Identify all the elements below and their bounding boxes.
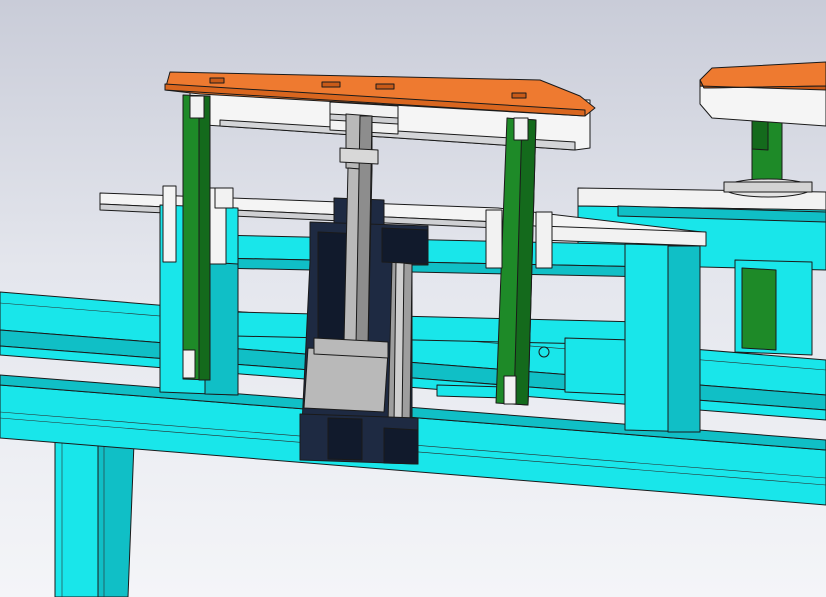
piston-rod-collar[interactable] (339, 147, 379, 165)
mounting-hole (538, 346, 550, 358)
bushing-left[interactable] (214, 187, 234, 209)
left-support-cap-l[interactable] (162, 185, 177, 263)
cad-model-scene[interactable] (0, 0, 826, 597)
station-washer-rim[interactable] (723, 181, 813, 193)
right-bracket-face[interactable] (667, 245, 701, 433)
station-green-rod[interactable] (741, 267, 777, 351)
right-guide-rod-cap[interactable] (513, 117, 529, 141)
cylinder-base-block[interactable] (383, 427, 419, 465)
mid-rail-block[interactable] (564, 337, 633, 396)
station-shaft-shade[interactable] (751, 119, 769, 151)
station-top-plate[interactable] (699, 61, 826, 89)
left-guide-rod-bolt[interactable] (182, 349, 196, 379)
left-guide-rod[interactable] (182, 94, 211, 381)
slider-bracket[interactable] (436, 384, 506, 399)
cylinder-side-rod-hi[interactable] (393, 261, 405, 425)
bushing-right-2[interactable] (535, 211, 553, 269)
station-head-plate[interactable] (699, 85, 826, 127)
piston-head[interactable] (313, 337, 389, 359)
bushing-right-1[interactable] (485, 209, 503, 269)
adjacent-station[interactable] (577, 61, 826, 356)
frame-leg-left-inner[interactable] (97, 441, 135, 597)
left-guide-rod-cap[interactable] (189, 95, 205, 119)
cylinder-base-dark[interactable] (327, 417, 363, 461)
right-guide-rod-bolt[interactable] (503, 375, 517, 405)
frame-leg-left-outer[interactable] (54, 439, 99, 597)
left-guide-rod-shade[interactable] (198, 95, 211, 381)
cad-viewport[interactable] (0, 0, 826, 597)
cylinder-right-head[interactable] (381, 227, 429, 265)
